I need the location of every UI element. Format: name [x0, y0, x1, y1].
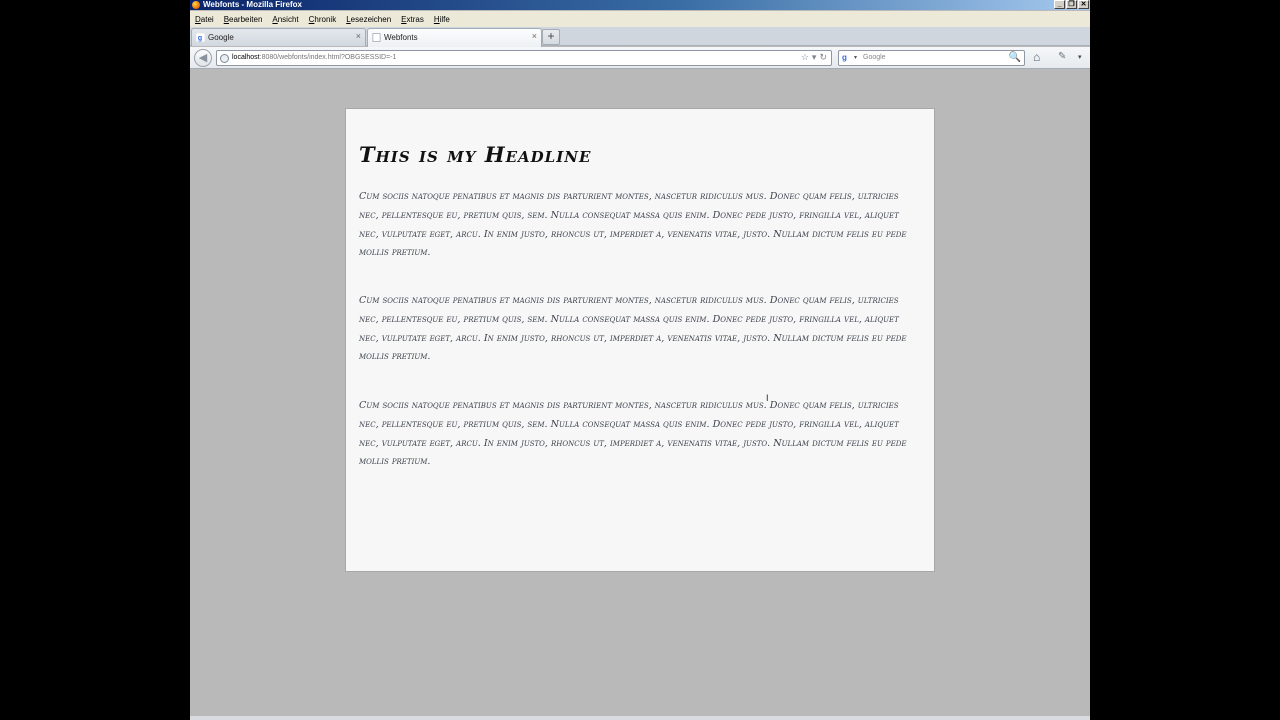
tab-label: Google: [208, 33, 234, 42]
google-favicon-icon: g: [196, 33, 205, 42]
search-icon[interactable]: 🔍: [1009, 52, 1021, 63]
url-path: :8080/webfonts/index.html?OBGSESSID=-1: [259, 54, 397, 61]
tab-label: Webfonts: [384, 33, 418, 42]
page-headline: This is my Headline: [359, 142, 592, 167]
window-controls: _ ❐ ✕: [1054, 0, 1089, 10]
minimize-button[interactable]: _: [1054, 0, 1065, 9]
tab-webfonts[interactable]: Webfonts ×: [367, 28, 542, 47]
back-button[interactable]: ◀: [194, 49, 212, 67]
svg-text:g: g: [198, 33, 202, 42]
url-text: localhost:8080/webfonts/index.html?OBGSE…: [232, 54, 396, 61]
menu-lesezeichen[interactable]: Lesezeichen: [346, 15, 391, 24]
page-viewport: This is my Headline Cum sociis natoque p…: [190, 70, 1090, 716]
blank-page-icon: [372, 33, 381, 42]
new-tab-button[interactable]: +: [542, 29, 560, 45]
history-dropdown-icon[interactable]: ▾: [812, 52, 817, 63]
menu-ansicht[interactable]: Ansicht: [272, 15, 298, 24]
reload-icon[interactable]: ↻: [819, 52, 827, 63]
title-bar: Webfonts - Mozilla Firefox _ ❐ ✕: [190, 0, 1090, 10]
url-bar-icons: ☆ ▾ ↻: [801, 52, 827, 63]
globe-icon: [220, 54, 229, 63]
menu-chronik[interactable]: Chronik: [309, 15, 337, 24]
tab-bar: g Google × Webfonts × +: [190, 27, 1090, 47]
firefox-icon: [192, 1, 200, 9]
status-bar: [190, 716, 1090, 720]
menu-datei[interactable]: Datei: [195, 15, 214, 24]
bookmark-star-icon[interactable]: ☆: [801, 52, 809, 63]
close-icon[interactable]: ×: [356, 31, 361, 41]
text-cursor-icon: I: [766, 393, 769, 403]
toolbar-menu-arrow-icon[interactable]: ▾: [1078, 53, 1082, 61]
close-icon[interactable]: ×: [532, 31, 537, 41]
paragraph: Cum sociis natoque penatibus et magnis d…: [359, 400, 907, 468]
menu-extras[interactable]: Extras: [401, 15, 424, 24]
menu-hilfe[interactable]: Hilfe: [434, 15, 450, 24]
home-icon[interactable]: ⌂: [1033, 50, 1040, 64]
chevron-down-icon[interactable]: ▾: [854, 54, 857, 61]
menu-bearbeiten[interactable]: Bearbeiten: [224, 15, 263, 24]
navigation-bar: ◀ localhost:8080/webfonts/index.html?OBG…: [190, 47, 1090, 69]
search-bar[interactable]: g ▾ Google 🔍: [838, 50, 1025, 66]
google-engine-icon[interactable]: g: [842, 53, 853, 64]
menu-bar: Datei Bearbeiten Ansicht Chronik Lesezei…: [190, 11, 1090, 27]
search-placeholder: Google: [863, 54, 886, 61]
browser-window: Webfonts - Mozilla Firefox _ ❐ ✕ Datei B…: [190, 0, 1090, 720]
addon-icon[interactable]: ✎: [1058, 51, 1066, 62]
url-bar[interactable]: localhost:8080/webfonts/index.html?OBGSE…: [216, 50, 832, 66]
tab-google[interactable]: g Google ×: [191, 28, 366, 46]
paragraph: Cum sociis natoque penatibus et magnis d…: [359, 191, 907, 259]
paragraph: Cum sociis natoque penatibus et magnis d…: [359, 295, 907, 363]
close-window-button[interactable]: ✕: [1078, 0, 1089, 9]
window-title: Webfonts - Mozilla Firefox: [203, 0, 302, 9]
page-container: This is my Headline Cum sociis natoque p…: [345, 108, 935, 572]
url-host: localhost: [232, 54, 260, 61]
restore-button[interactable]: ❐: [1066, 0, 1077, 9]
